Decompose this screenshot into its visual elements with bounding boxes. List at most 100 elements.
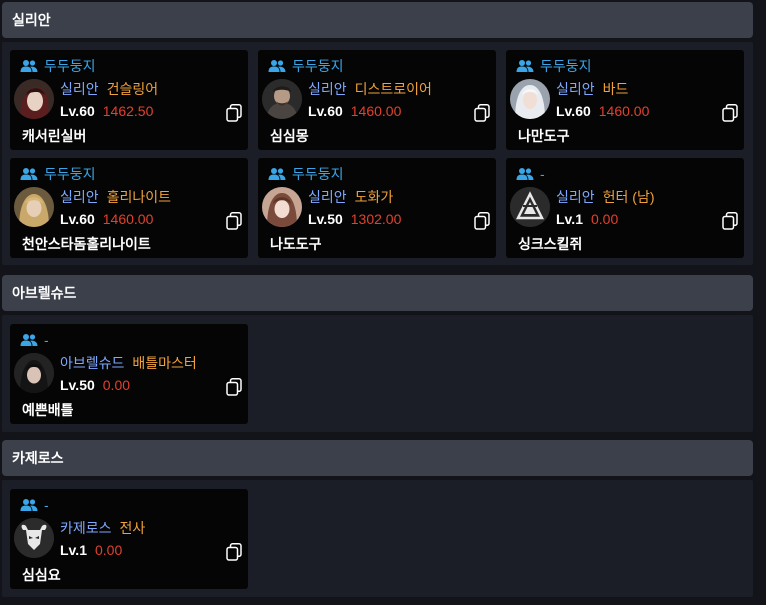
guild-name: - — [44, 497, 49, 513]
guild-members-icon — [516, 60, 534, 72]
server-class-row: 실리안 홀리나이트 — [60, 187, 171, 207]
character-level: Lv.60 — [556, 103, 591, 119]
copy-button[interactable] — [722, 212, 738, 230]
guild-members-icon — [20, 499, 38, 511]
character-name: 천안스타돔홀리나이트 — [22, 236, 151, 252]
character-level: Lv.60 — [308, 103, 343, 119]
server-class-row: 실리안 디스트로이어 — [308, 79, 432, 99]
server-name: 실리안 — [308, 81, 347, 97]
section-body-abrelshud: - 아브렐슈드 배틀마스터 Lv.50 0.00 예쁜배틀 — [2, 315, 753, 432]
guild-row: 두두둥지 — [20, 165, 96, 183]
item-level: 0.00 — [94, 542, 123, 558]
avatar — [14, 353, 54, 393]
character-card[interactable]: - 실리안 헌터 (남) Lv.1 0.00 싱크스킬쥐 — [506, 158, 744, 258]
class-name: 디스트로이어 — [354, 81, 432, 97]
level-row: Lv.60 1462.50 — [60, 103, 153, 119]
avatar — [262, 187, 302, 227]
guild-name: - — [44, 332, 49, 348]
guild-row: 두두둥지 — [516, 57, 592, 75]
guild-members-icon — [516, 168, 534, 180]
item-level: 1302.00 — [350, 211, 402, 227]
character-card[interactable]: 두두둥지 실리안 건슬링어 Lv.60 1462.50 캐서린실버 — [10, 50, 248, 150]
character-card[interactable]: 두두둥지 실리안 디스트로이어 Lv.60 1460.00 심심몽 — [258, 50, 496, 150]
guild-name: 두두둥지 — [44, 58, 96, 74]
guild-row: 두두둥지 — [268, 165, 344, 183]
server-class-row: 실리안 도화가 — [308, 187, 393, 207]
server-name: 실리안 — [60, 189, 99, 205]
section-title: 카제로스 — [12, 450, 64, 466]
server-name: 아브렐슈드 — [60, 355, 125, 371]
item-level: 1460.00 — [598, 103, 650, 119]
hunter-emblem-icon — [510, 187, 550, 227]
character-card[interactable]: 두두둥지 실리안 바드 Lv.60 1460.00 나만도구 — [506, 50, 744, 150]
avatar — [262, 79, 302, 119]
copy-icon — [226, 104, 242, 122]
guild-members-icon — [20, 334, 38, 346]
server-name: 카제로스 — [60, 520, 112, 536]
avatar — [14, 79, 54, 119]
character-name: 캐서린실버 — [22, 128, 87, 144]
class-name: 전사 — [119, 520, 146, 536]
character-card[interactable]: 두두둥지 실리안 홀리나이트 Lv.60 1460.00 천안스타돔홀리나이트 — [10, 158, 248, 258]
level-row: Lv.50 0.00 — [60, 377, 130, 393]
server-name: 실리안 — [308, 189, 347, 205]
character-name: 나도도구 — [270, 236, 322, 252]
section-title: 아브렐슈드 — [12, 285, 77, 301]
guild-row: - — [20, 496, 49, 514]
guild-name: 두두둥지 — [540, 58, 592, 74]
section-body-kazeros: - 카제로스 전사 Lv.1 0.00 심심요 — [2, 480, 753, 597]
guild-row: 두두둥지 — [20, 57, 96, 75]
guild-name: 두두둥지 — [44, 166, 96, 182]
warrior-emblem-icon — [14, 518, 54, 558]
item-level: 1462.50 — [102, 103, 154, 119]
server-class-row: 실리안 바드 — [556, 79, 628, 99]
server-class-row: 실리안 헌터 (남) — [556, 187, 655, 207]
copy-button[interactable] — [226, 378, 242, 396]
copy-button[interactable] — [226, 543, 242, 561]
character-card[interactable]: 두두둥지 실리안 도화가 Lv.50 1302.00 나도도구 — [258, 158, 496, 258]
copy-button[interactable] — [474, 212, 490, 230]
level-row: Lv.60 1460.00 — [556, 103, 649, 119]
copy-icon — [226, 378, 242, 396]
character-card[interactable]: - 아브렐슈드 배틀마스터 Lv.50 0.00 예쁜배틀 — [10, 324, 248, 424]
item-level: 0.00 — [590, 211, 619, 227]
class-name: 배틀마스터 — [132, 355, 197, 371]
server-name: 실리안 — [556, 189, 595, 205]
server-class-row: 아브렐슈드 배틀마스터 — [60, 353, 197, 373]
section-header-abrelshud: 아브렐슈드 — [2, 275, 753, 311]
copy-button[interactable] — [474, 104, 490, 122]
character-level: Lv.50 — [60, 377, 95, 393]
guild-members-icon — [20, 60, 38, 72]
guild-row: - — [516, 165, 545, 183]
class-name: 바드 — [602, 81, 629, 97]
level-row: Lv.1 0.00 — [556, 211, 618, 227]
avatar — [14, 187, 54, 227]
character-name: 심심몽 — [270, 128, 309, 144]
copy-icon — [226, 543, 242, 561]
guild-name: - — [540, 166, 545, 182]
avatar — [510, 79, 550, 119]
class-name: 헌터 (남) — [602, 189, 655, 205]
copy-icon — [474, 104, 490, 122]
guild-members-icon — [268, 60, 286, 72]
copy-button[interactable] — [226, 212, 242, 230]
character-card[interactable]: - 카제로스 전사 Lv.1 0.00 심심요 — [10, 489, 248, 589]
copy-icon — [722, 104, 738, 122]
character-level: Lv.1 — [556, 211, 583, 227]
character-name: 예쁜배틀 — [22, 402, 74, 418]
copy-button[interactable] — [722, 104, 738, 122]
copy-button[interactable] — [226, 104, 242, 122]
character-name: 나만도구 — [518, 128, 570, 144]
server-class-row: 카제로스 전사 — [60, 518, 145, 538]
copy-icon — [474, 212, 490, 230]
section-body-silian: 두두둥지 실리안 건슬링어 Lv.60 1462.50 캐서린실버 두두둥지 실… — [2, 42, 753, 265]
item-level: 0.00 — [102, 377, 131, 393]
section-header-kazeros: 카제로스 — [2, 440, 753, 476]
class-name: 홀리나이트 — [106, 189, 172, 205]
server-name: 실리안 — [556, 81, 595, 97]
copy-icon — [226, 212, 242, 230]
server-class-row: 실리안 건슬링어 — [60, 79, 158, 99]
item-level: 1460.00 — [102, 211, 154, 227]
level-row: Lv.50 1302.00 — [308, 211, 401, 227]
character-name: 싱크스킬쥐 — [518, 236, 583, 252]
